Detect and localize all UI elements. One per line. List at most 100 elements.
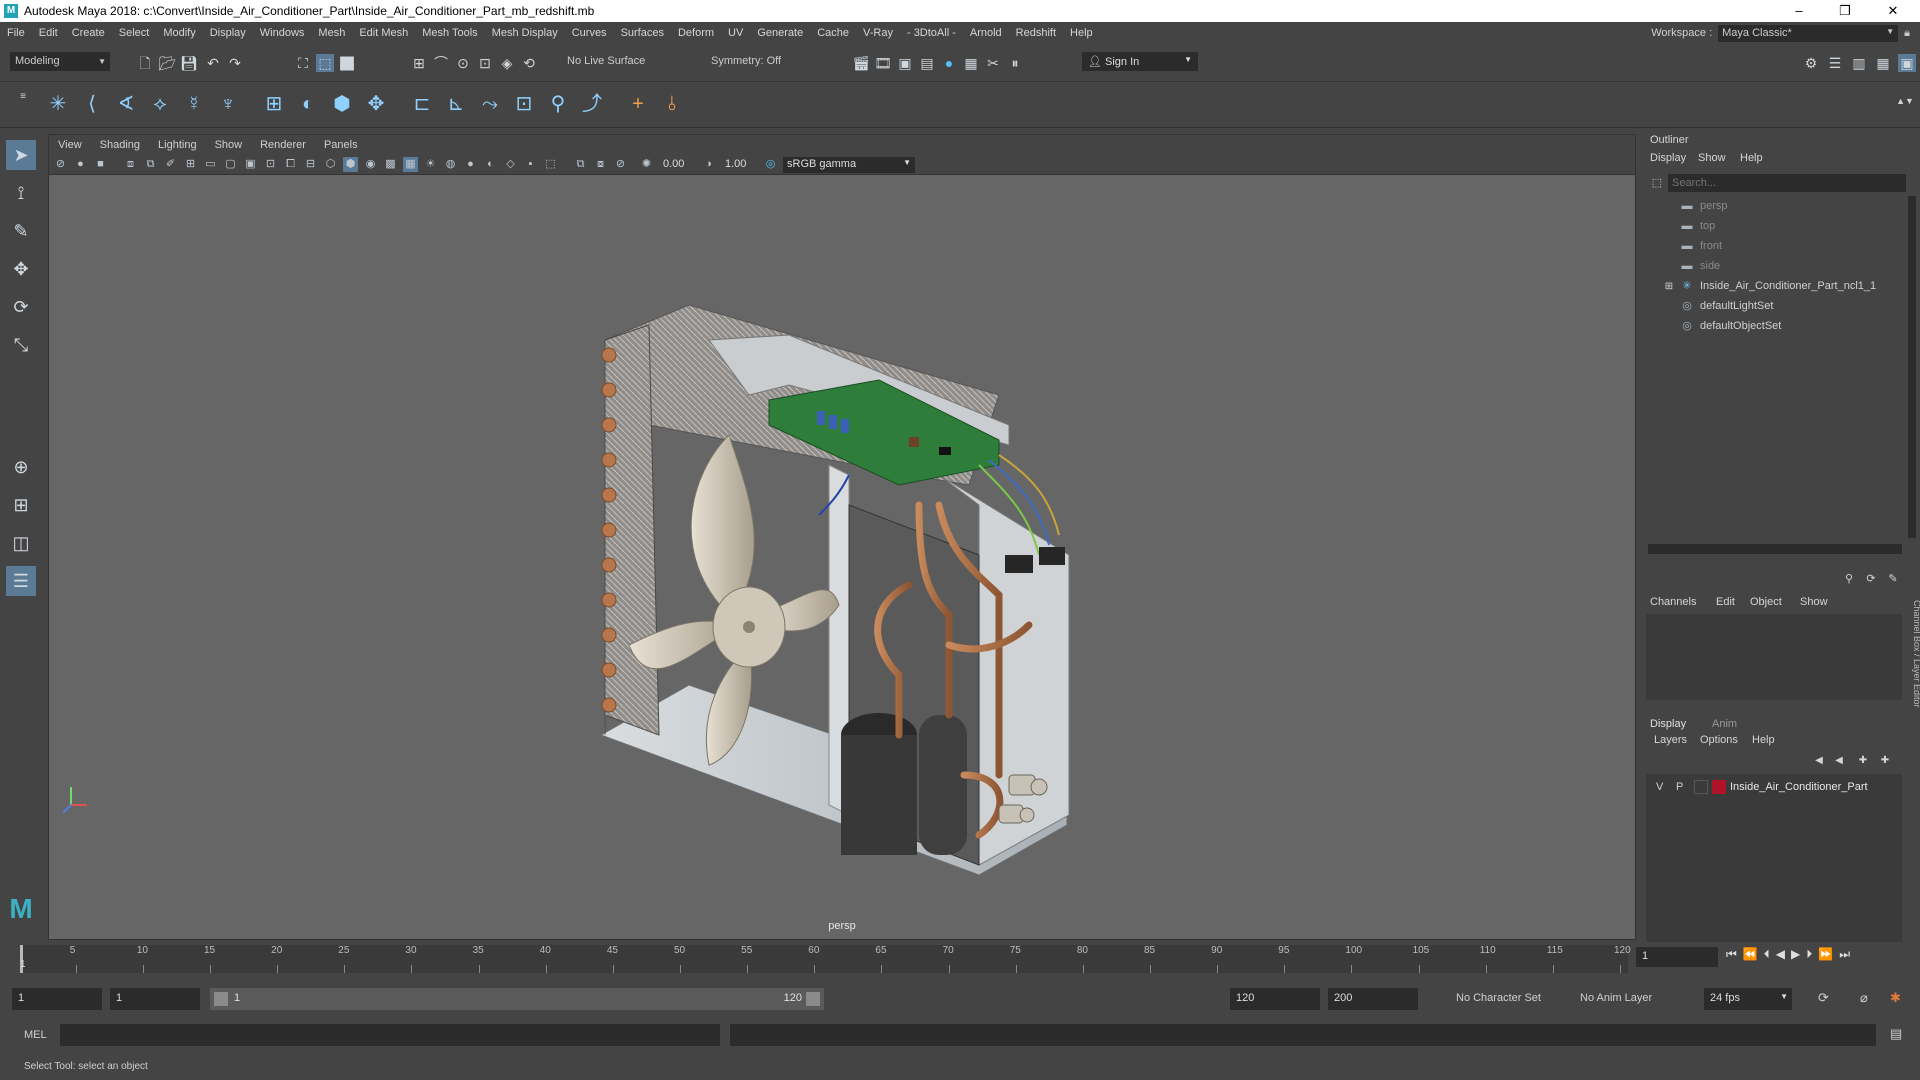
humanik-icon[interactable]: ☿ bbox=[180, 90, 208, 118]
menu-3dtoall[interactable]: - 3DtoAll - bbox=[900, 27, 963, 39]
layers-menu-layers[interactable]: Layers bbox=[1654, 734, 1687, 746]
bookmarks-icon[interactable]: ■ bbox=[93, 157, 108, 172]
channel-refresh-icon[interactable]: ⟳ bbox=[1862, 570, 1880, 588]
character-set-label[interactable]: No Character Set bbox=[1456, 992, 1541, 1004]
live-surface-field[interactable]: No Live Surface bbox=[562, 52, 674, 71]
ambient-occlusion-icon[interactable]: ● bbox=[463, 157, 478, 172]
layers-tab-anim[interactable]: Anim bbox=[1712, 718, 1737, 730]
aim-constraint-icon[interactable]: ⊏ bbox=[408, 90, 436, 118]
rs-render-icon[interactable]: ✂ bbox=[984, 54, 1002, 72]
outliner-filter-icon[interactable]: ⬚ bbox=[1648, 174, 1666, 192]
outliner-item-front[interactable]: ▬ front bbox=[1680, 236, 1723, 256]
viewport-menu-renderer[interactable]: Renderer bbox=[251, 139, 315, 151]
outliner-menu-help[interactable]: Help bbox=[1740, 152, 1763, 164]
quick-rig-icon[interactable]: ♆ bbox=[214, 90, 242, 118]
viewport-menu-show[interactable]: Show bbox=[206, 139, 252, 151]
viewport-menu-lighting[interactable]: Lighting bbox=[149, 139, 206, 151]
play-back-icon[interactable]: ◀ bbox=[1776, 947, 1785, 967]
snap-surface-icon[interactable]: ◈ bbox=[498, 54, 516, 72]
channel-box-area[interactable] bbox=[1646, 614, 1902, 700]
channels-menu-edit[interactable]: Edit bbox=[1716, 596, 1735, 608]
use-all-lights-icon[interactable]: ▦ bbox=[403, 157, 418, 172]
outliner-item-side[interactable]: ▬ side bbox=[1680, 256, 1721, 276]
menu-windows[interactable]: Windows bbox=[253, 27, 312, 39]
channels-menu-channels[interactable]: Channels bbox=[1650, 596, 1696, 608]
camera-attributes-icon[interactable]: ● bbox=[73, 157, 88, 172]
gamma-icon[interactable]: ◑ bbox=[701, 157, 716, 172]
menu-edit-mesh[interactable]: Edit Mesh bbox=[352, 27, 415, 39]
symmetry-dropdown[interactable]: Symmetry: Off bbox=[706, 52, 806, 71]
sign-in-button[interactable]: 👤︎ Sign In ▼ bbox=[1082, 52, 1198, 71]
close-button[interactable]: ✕ bbox=[1870, 0, 1916, 22]
workspace-dropdown[interactable]: Maya Classic* ▼ bbox=[1718, 24, 1899, 42]
render-view-icon[interactable]: ▦ bbox=[962, 54, 980, 72]
outliner-item-top[interactable]: ▬ top bbox=[1680, 216, 1716, 236]
open-scene-icon[interactable]: 📂︎ bbox=[158, 54, 176, 72]
undo-icon[interactable]: ↶ bbox=[204, 54, 222, 72]
step-forward-key-icon[interactable]: ⏩ bbox=[1818, 947, 1833, 967]
go-to-start-icon[interactable]: ⏮ bbox=[1726, 947, 1737, 967]
step-forward-frame-icon[interactable]: ⏵ bbox=[1806, 947, 1812, 967]
outliner-item-persp[interactable]: ▬ persp bbox=[1680, 196, 1728, 216]
menu-file[interactable]: File bbox=[0, 27, 32, 39]
select-camera-icon[interactable]: ⊘ bbox=[53, 157, 68, 172]
layers-menu-options[interactable]: Options bbox=[1700, 734, 1738, 746]
skin-bind-icon[interactable]: ⟡ bbox=[146, 90, 174, 118]
rotate-tool-icon[interactable]: ⟳ bbox=[6, 292, 36, 322]
channel-box-icon[interactable]: ▦ bbox=[1874, 54, 1892, 72]
wireframe-icon[interactable]: ⬡ bbox=[323, 157, 338, 172]
isolate-select-icon[interactable]: ⬚ bbox=[543, 157, 558, 172]
mode-dropdown[interactable]: Modeling ▼ bbox=[10, 52, 110, 71]
cluster-handle-icon[interactable]: ⫰ bbox=[658, 90, 686, 118]
grid-icon[interactable]: ⊞ bbox=[183, 157, 198, 172]
parent-constraint-icon[interactable]: ⊾ bbox=[442, 90, 470, 118]
exposure-field[interactable]: 0.00 bbox=[659, 157, 697, 173]
menu-arnold[interactable]: Arnold bbox=[963, 27, 1009, 39]
ipr-render-icon[interactable]: ▣ bbox=[896, 54, 914, 72]
gamma-field[interactable]: 1.00 bbox=[721, 157, 759, 173]
fps-dropdown[interactable]: 24 fps ▼ bbox=[1704, 988, 1792, 1010]
two-view-icon[interactable]: ◫ bbox=[6, 528, 36, 558]
backface-icon[interactable]: ⊘ bbox=[613, 157, 628, 172]
anti-aliasing-icon[interactable]: ◇ bbox=[503, 157, 518, 172]
outliner-search-input[interactable] bbox=[1668, 174, 1906, 192]
textured-icon[interactable]: ▩ bbox=[383, 157, 398, 172]
resolution-gate-icon[interactable]: ▢ bbox=[223, 157, 238, 172]
safe-action-icon[interactable]: ⧠ bbox=[283, 157, 298, 172]
snap-rotate-icon[interactable]: ⟲ bbox=[520, 54, 538, 72]
select-component-icon[interactable]: ⬛︎ bbox=[338, 54, 356, 72]
menu-select[interactable]: Select bbox=[112, 27, 157, 39]
panel-layout-icon[interactable]: ▣ bbox=[1898, 54, 1916, 72]
maximize-button[interactable]: ❐ bbox=[1822, 0, 1868, 22]
outliner-menu-display[interactable]: Display bbox=[1650, 152, 1686, 164]
menu-redshift[interactable]: Redshift bbox=[1009, 27, 1063, 39]
auto-key-icon[interactable]: ⌀ bbox=[1860, 990, 1868, 1006]
color-space-dropdown[interactable]: sRGB gamma ▼ bbox=[783, 157, 915, 173]
menu-cache[interactable]: Cache bbox=[810, 27, 856, 39]
tool-settings-icon[interactable]: ▥ bbox=[1850, 54, 1868, 72]
channel-edit-icon[interactable]: ✎ bbox=[1884, 570, 1902, 588]
air-conditioner-model[interactable] bbox=[49, 175, 1637, 915]
viewport-panel[interactable]: View Shading Lighting Show Renderer Pane… bbox=[48, 134, 1636, 940]
time-ruler[interactable]: 5 10 15 20 25 30 35 40 45 50 55 60 65 70 75 80 85 90 95 100… bbox=[20, 945, 1631, 973]
outliner-vscrollbar[interactable] bbox=[1908, 196, 1916, 538]
menu-edit[interactable]: Edit bbox=[32, 27, 65, 39]
layer-move-down-icon[interactable]: ◀ bbox=[1830, 752, 1848, 770]
xray-icon[interactable]: ◍ bbox=[443, 157, 458, 172]
snap-curve-icon[interactable]: ⌒ bbox=[432, 54, 450, 72]
image-plane-icon[interactable]: ⧈ bbox=[123, 157, 138, 172]
new-layer-icon[interactable]: ✚ bbox=[1854, 752, 1872, 770]
menu-mesh-tools[interactable]: Mesh Tools bbox=[415, 27, 484, 39]
attribute-editor-icon[interactable]: ☰ bbox=[1826, 54, 1844, 72]
pole-vector-icon[interactable]: ⤴ bbox=[578, 90, 606, 118]
menu-help[interactable]: Help bbox=[1063, 27, 1100, 39]
outliner-item-light-set[interactable]: ◎ defaultLightSet bbox=[1680, 296, 1773, 316]
side-tab-channel-box[interactable]: Channel Box / Layer Editor bbox=[1912, 600, 1920, 708]
layer-name[interactable]: Inside_Air_Conditioner_Part bbox=[1730, 781, 1868, 793]
paint-select-icon[interactable]: ✎ bbox=[6, 216, 36, 246]
channels-menu-show[interactable]: Show bbox=[1800, 596, 1828, 608]
shelf-menu-icon[interactable]: ≡ bbox=[14, 88, 32, 106]
go-to-end-icon[interactable]: ⏭ bbox=[1839, 947, 1850, 967]
layer-visibility-toggle[interactable]: V bbox=[1656, 781, 1663, 793]
orient-constraint-icon[interactable]: ⊡ bbox=[510, 90, 538, 118]
